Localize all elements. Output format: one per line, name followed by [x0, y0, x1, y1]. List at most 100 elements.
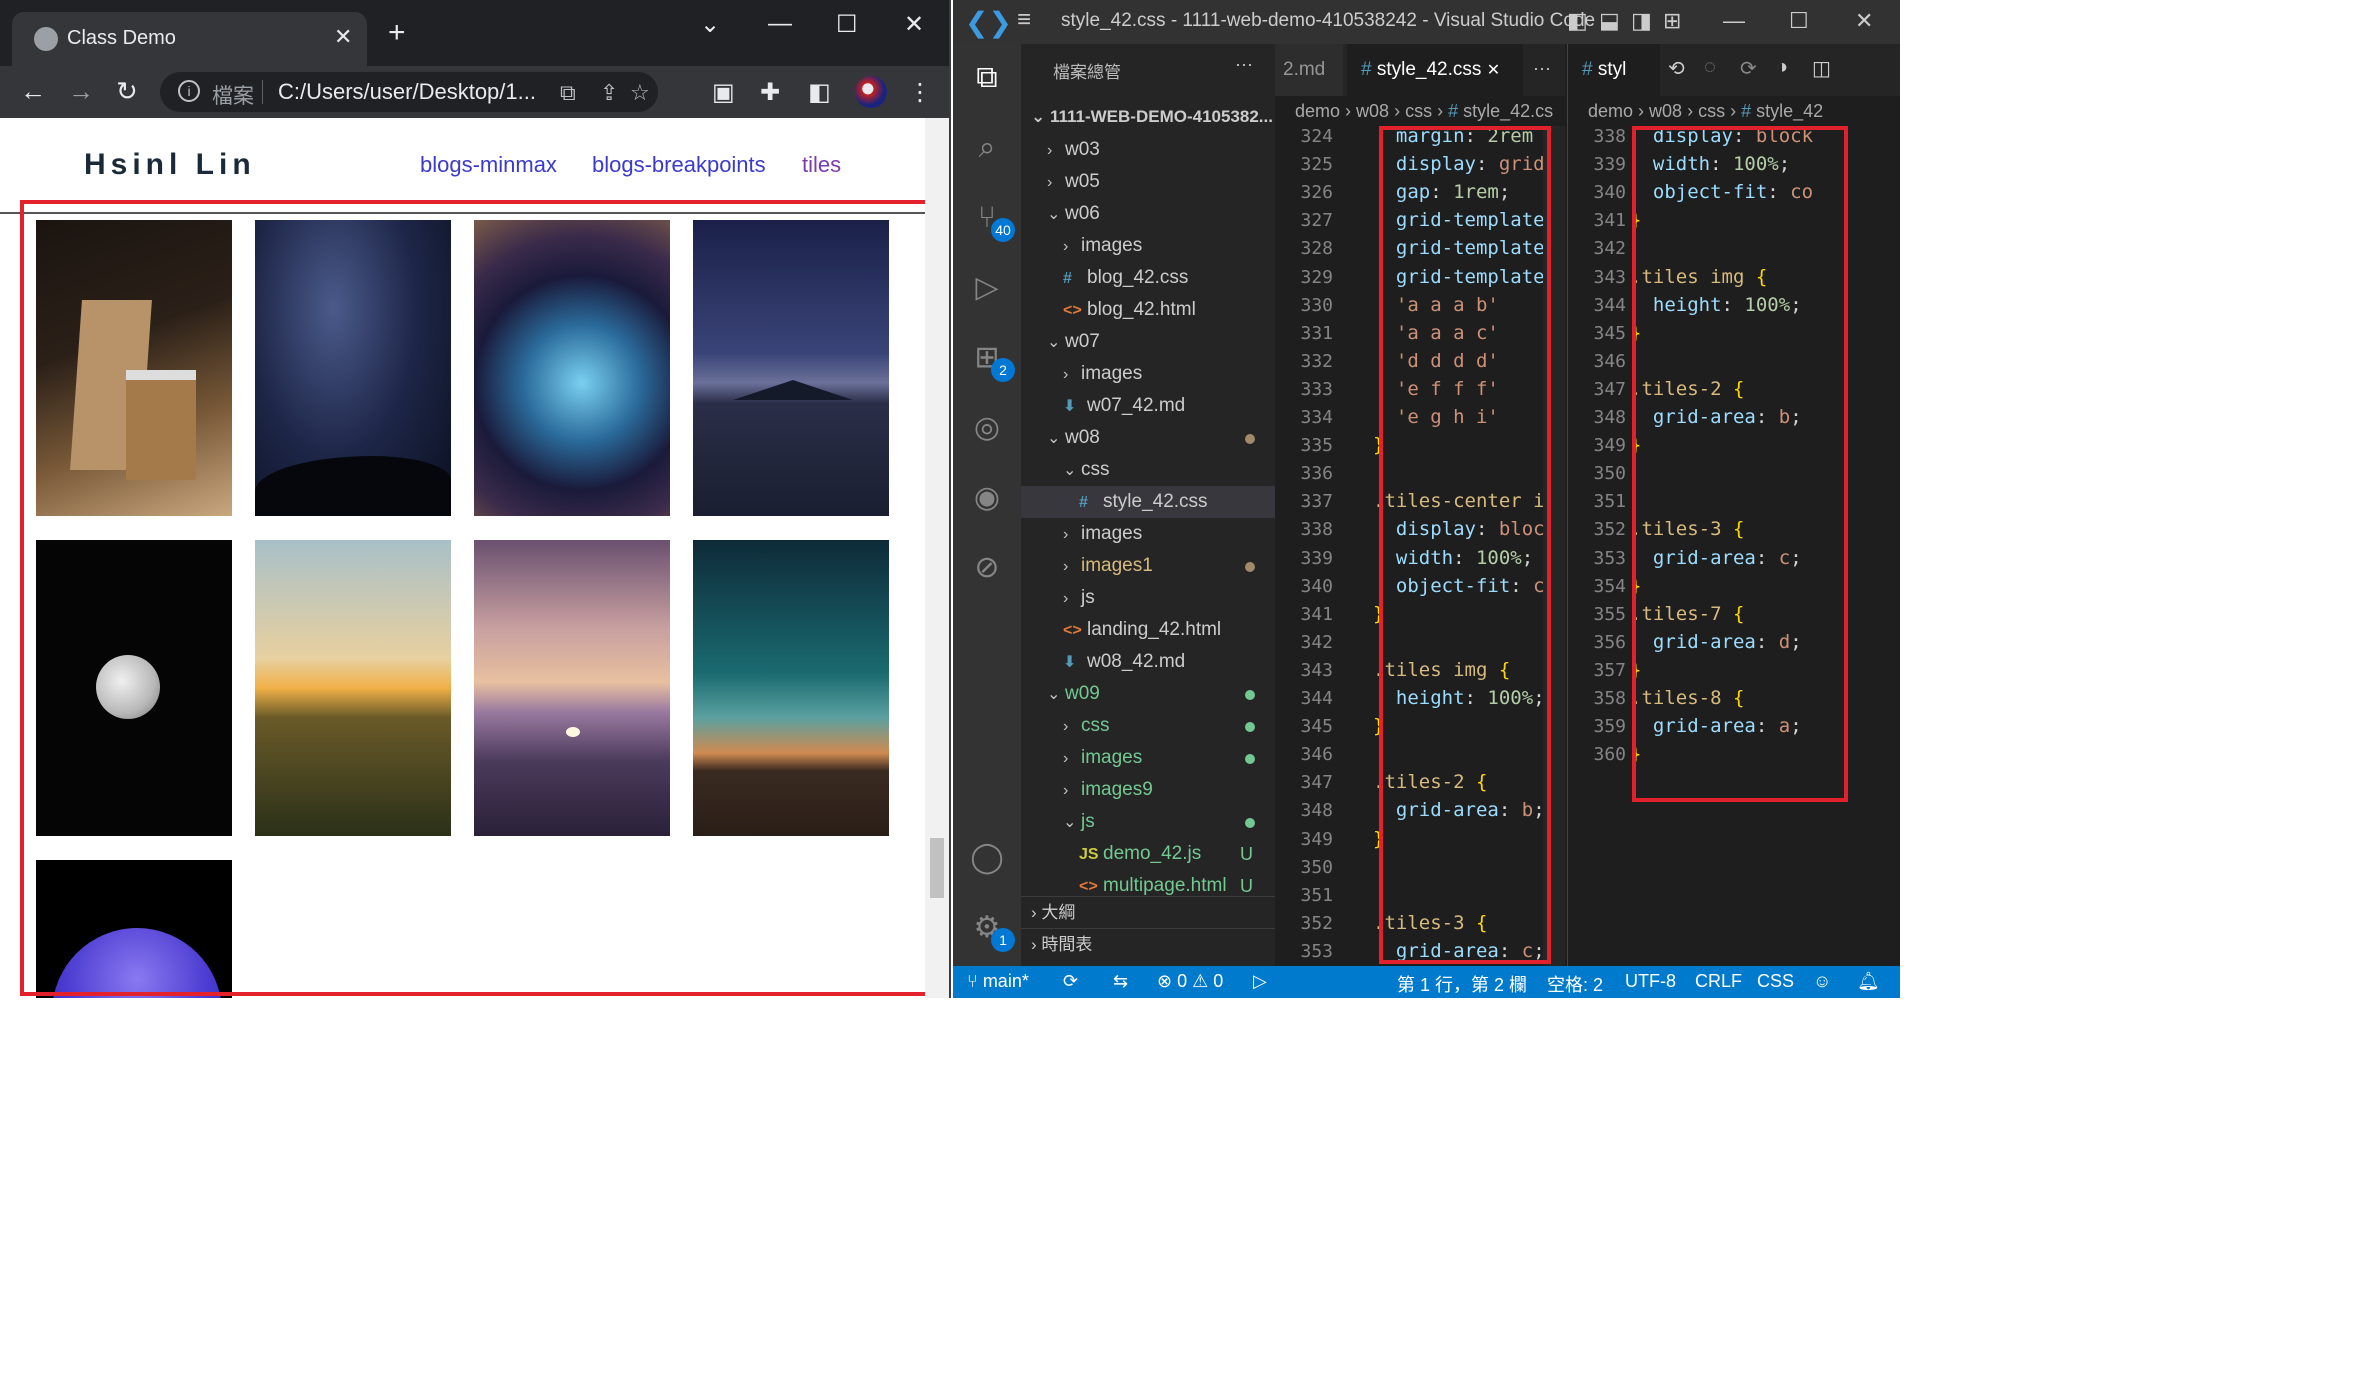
tab-md-file[interactable]: 2.md — [1275, 44, 1343, 96]
nav-link-tiles[interactable]: tiles — [802, 152, 841, 178]
close-window-button[interactable]: ✕ — [904, 10, 924, 39]
workspace-root-folder[interactable]: ⌄ 1111-WEB-DEMO-4105382... — [1021, 100, 1275, 134]
maximize-button[interactable]: ☐ — [1789, 8, 1809, 34]
profile-avatar[interactable] — [855, 76, 887, 108]
tree-item[interactable]: › images — [1021, 518, 1275, 550]
nav-link-blogs-minmax[interactable]: blogs-minmax — [420, 152, 557, 178]
cursor-position[interactable]: 第 1 行，第 2 欄 — [1397, 971, 1527, 997]
tree-item[interactable]: › js — [1021, 582, 1275, 614]
tree-item[interactable]: # blog_42.css — [1021, 262, 1275, 294]
tree-item[interactable]: › images — [1021, 742, 1275, 774]
new-tab-button[interactable]: + — [388, 18, 406, 48]
indentation[interactable]: 空格: 2 — [1547, 971, 1603, 997]
tree-item[interactable]: ⌄ js — [1021, 806, 1275, 838]
tree-item[interactable]: ⌄ css — [1021, 454, 1275, 486]
tree-item[interactable]: › images9 — [1021, 774, 1275, 806]
toggle-secondary-sidebar-icon[interactable]: ◨ — [1631, 8, 1652, 34]
tree-item[interactable]: <> blog_42.html — [1021, 294, 1275, 326]
site-brand[interactable]: Hsinl Lin — [84, 148, 256, 182]
address-bar[interactable]: i 檔案 C:/Users/user/Desktop/1... ⧉ ⇪ ☆ — [160, 72, 658, 112]
maximize-button[interactable]: ☐ — [836, 10, 858, 39]
sync-icon[interactable]: ⟳ — [1063, 971, 1078, 992]
menu-kebab-icon[interactable]: ⋮ — [908, 78, 932, 107]
tree-item[interactable]: ⌄ w06 — [1021, 198, 1275, 230]
back-button[interactable]: ← — [20, 78, 46, 104]
extensions-icon[interactable]: ⊞ 2 — [969, 340, 1015, 382]
crumb-file-2[interactable]: style_42 — [1756, 101, 1823, 121]
tree-item[interactable]: › images1 — [1021, 550, 1275, 582]
crumb-w08-2[interactable]: w08 — [1649, 101, 1682, 121]
crumb-css-2[interactable]: css — [1698, 101, 1725, 121]
toggle-panel-icon[interactable]: ⬓ — [1599, 8, 1620, 34]
tree-item[interactable]: ⌄ w09 — [1021, 678, 1275, 710]
info-icon[interactable]: i — [178, 80, 200, 102]
git-graph-icon[interactable]: ⊘ — [969, 550, 1005, 586]
share-icon[interactable]: ⇪ — [600, 80, 618, 106]
crumb-file[interactable]: style_42.cs — [1463, 101, 1553, 121]
search-icon[interactable]: ⌕ — [969, 130, 1005, 166]
crumb-w08[interactable]: w08 — [1356, 101, 1389, 121]
crumb-css[interactable]: css — [1405, 101, 1432, 121]
tree-item[interactable]: › w05 — [1021, 166, 1275, 198]
tab-close-icon[interactable]: ✕ — [1487, 62, 1500, 79]
reload-button[interactable]: ↻ — [116, 78, 138, 104]
branch-indicator[interactable]: ⑂ main* — [967, 971, 1029, 992]
tree-item[interactable]: <> landing_42.html — [1021, 614, 1275, 646]
settings-gear-icon[interactable]: ⚙ 1 — [969, 910, 1015, 952]
encoding[interactable]: UTF-8 — [1625, 971, 1676, 992]
tree-item[interactable]: JS demo_42.js U — [1021, 838, 1275, 870]
side-panel-icon[interactable]: ◧ — [808, 78, 831, 107]
feedback-icon[interactable]: ☺ — [1813, 971, 1831, 992]
line-ending[interactable]: CRLF — [1695, 971, 1742, 992]
outline-section[interactable]: › 大綱 — [1021, 896, 1275, 928]
problems-indicator[interactable]: ⊗ 0 ⚠ 0 — [1157, 971, 1223, 992]
page-scrollbar[interactable] — [925, 118, 949, 998]
crumb-demo[interactable]: demo — [1295, 101, 1340, 121]
go-back-icon[interactable]: ⟲ — [1668, 56, 1685, 81]
edge-tools-icon[interactable]: ◎ — [969, 410, 1005, 446]
menu-hamburger-icon[interactable]: ≡ — [1017, 6, 1031, 34]
github-icon[interactable]: ◉ — [969, 480, 1005, 516]
address-url[interactable]: C:/Users/user/Desktop/1... — [278, 79, 536, 105]
explorer-files-icon[interactable]: ⧉ — [969, 60, 1005, 96]
crumb-demo-2[interactable]: demo — [1588, 101, 1633, 121]
bookmark-star-icon[interactable]: ☆ — [630, 80, 650, 106]
tab-search-icon[interactable]: ⌄ — [700, 10, 720, 39]
tree-item[interactable]: › images — [1021, 230, 1275, 262]
tab-style-css[interactable]: # style_42.css ✕ — [1347, 44, 1523, 96]
minimize-button[interactable]: — — [768, 10, 792, 38]
tree-item[interactable]: ⬇ w08_42.md — [1021, 646, 1275, 678]
browser-tab[interactable]: Class Demo ✕ — [12, 12, 367, 66]
live-share-icon[interactable]: ⇆ — [1113, 971, 1128, 992]
tree-item[interactable]: ⌄ w08 — [1021, 422, 1275, 454]
tree-item[interactable]: ⬇ w07_42.md — [1021, 390, 1275, 422]
forward-button[interactable]: → — [68, 78, 94, 104]
tree-item[interactable]: › w03 — [1021, 134, 1275, 166]
run-debug-icon[interactable]: ▷ — [969, 270, 1005, 306]
toggle-sidebar-icon[interactable]: ◧ — [1567, 8, 1588, 34]
translate-icon[interactable]: ⧉ — [560, 80, 576, 106]
customize-layout-icon[interactable]: ⊞ — [1663, 8, 1681, 34]
split-editor-icon[interactable]: ◫ — [1812, 56, 1831, 81]
minimize-button[interactable]: — — [1723, 8, 1745, 34]
extensions-puzzle-icon[interactable]: ✚ — [760, 78, 780, 107]
tree-item[interactable]: › images — [1021, 358, 1275, 390]
source-control-icon[interactable]: ⑂ 40 — [969, 200, 1015, 242]
explorer-more-icon[interactable]: ··· — [1235, 54, 1253, 75]
tab-close-icon[interactable]: ✕ — [334, 24, 352, 50]
nav-link-blogs-breakpoints[interactable]: blogs-breakpoints — [592, 152, 766, 178]
go-forward-icon[interactable]: ⟳ — [1740, 56, 1757, 81]
open-changes-icon[interactable]: ◌ — [1704, 56, 1716, 79]
tree-item[interactable]: › css — [1021, 710, 1275, 742]
timeline-section[interactable]: › 時間表 — [1021, 928, 1275, 960]
tab-style-css-2[interactable]: # styl — [1568, 44, 1660, 96]
tree-item[interactable]: # style_42.css — [1021, 486, 1275, 518]
close-window-button[interactable]: ✕ — [1855, 8, 1873, 34]
notifications-bell-icon[interactable]: 🔔︎ — [1857, 971, 1880, 992]
extension-app-icon[interactable]: ▣ — [712, 78, 735, 107]
scrollbar-thumb[interactable] — [930, 838, 944, 898]
editor1-more-icon[interactable]: ··· — [1533, 58, 1551, 79]
tree-item[interactable]: ⌄ w07 — [1021, 326, 1275, 358]
open-preview-icon[interactable]: ◑ — [1776, 56, 1788, 79]
language-mode[interactable]: CSS — [1757, 971, 1794, 992]
